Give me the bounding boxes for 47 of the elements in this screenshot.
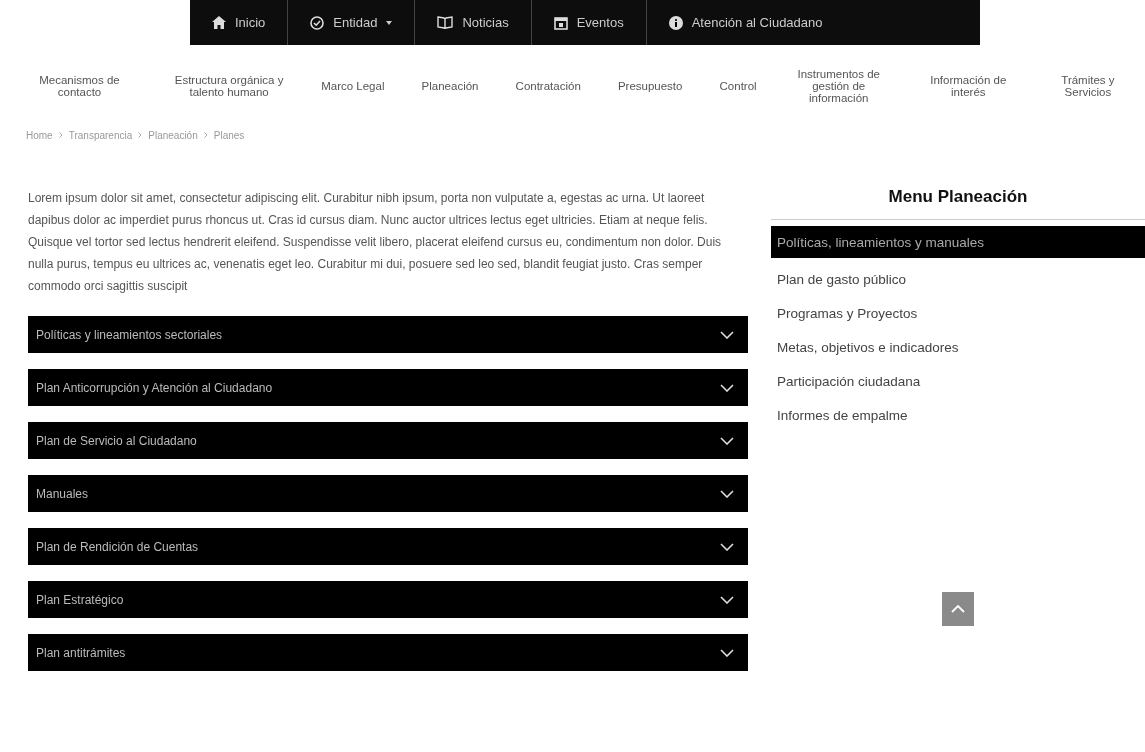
accordion-header[interactable]: Políticas y lineamientos sectoriales (28, 316, 748, 353)
chevron-icon (720, 595, 734, 604)
sidebar-item[interactable]: Metas, objetivos e indicadores (771, 330, 1145, 364)
info-icon (668, 15, 683, 30)
accordion-header[interactable]: Plan Estratégico (28, 581, 748, 618)
sidebar-item[interactable]: Participación ciudadana (771, 364, 1145, 398)
chevron-icon (720, 542, 734, 551)
accordion-header[interactable]: Plan antitrámites (28, 634, 748, 671)
top-nav-link[interactable]: Noticias (415, 15, 531, 30)
main-nav-link[interactable]: Marco Legal (321, 79, 385, 93)
chevron-right-icon (203, 132, 208, 138)
top-nav-link[interactable]: Eventos (531, 15, 646, 30)
chevron-icon (720, 648, 734, 657)
accordion-header[interactable]: Plan de Rendición de Cuentas (28, 528, 748, 565)
main-nav-link[interactable]: Control (719, 79, 757, 93)
scroll-to-top-button[interactable] (942, 592, 974, 626)
main-nav-link[interactable]: Estructura orgánica y talento humano (174, 73, 285, 99)
chevron-icon (720, 330, 734, 339)
main-nav-link[interactable]: Trámites y Servicios (1052, 73, 1123, 99)
sidebar-item[interactable]: Informes de empalme (771, 398, 1145, 432)
chevron-right-icon (138, 132, 143, 138)
top-nav-link[interactable]: Atención al Ciudadano (646, 15, 845, 30)
main-nav-link[interactable]: Información de interés (920, 73, 1016, 99)
main-nav-link[interactable]: Instrumentos de gestión de información (793, 67, 884, 105)
top-nav-link[interactable]: Inicio (190, 15, 288, 30)
calendar-icon (553, 15, 568, 30)
intro-paragraph: Lorem ipsum dolor sit amet, consectetur adipiscing elit. Curabitur nibh ipsum, porta non vulputate a, egestas ac urna. Ut laoreet dapibus dolor ac imperdiet purus rhoncus ut. Cras id cursus diam. Nunc auctor ultrices lectus eget ultricies. Etiam at neque felis. Quisque vel tortor sed lectus hendrerit eleifend. Suspendisse velit libero, placerat eleifend cursus eu, condimentum non dolor. Duis nulla purus, tempus eu ultrices ac, venenatis eget leo. Curabitur mi dui, posuere sed leo sed, blandit feugiat justo. Cras semper commodo orci sagittis suscipit (28, 190, 723, 295)
top-nav-link[interactable]: Entidad (288, 15, 415, 30)
main-nav-link[interactable]: Contratación (515, 79, 581, 93)
book-icon (437, 16, 454, 29)
main-nav-link[interactable]: Mecanismos de contacto (22, 73, 137, 99)
check-circle-icon (310, 15, 325, 30)
sidebar-item[interactable]: Plan de gasto público (771, 262, 1145, 296)
accordion-header[interactable]: Plan Anticorrupción y Atención al Ciudadano (28, 369, 748, 406)
sidebar-item[interactable]: Políticas, lineamientos y manuales (771, 226, 1145, 258)
chevron-icon (720, 436, 734, 445)
main-nav-link[interactable]: Planeación (421, 79, 479, 93)
chevron-right-icon (58, 132, 63, 138)
accordion-header[interactable]: Manuales (28, 475, 748, 512)
chevron-icon (720, 383, 734, 392)
sidebar-item[interactable]: Programas y Proyectos (771, 296, 1145, 330)
accordion-header[interactable]: Plan de Servicio al Ciudadano (28, 422, 748, 459)
home-icon (212, 16, 226, 29)
sidebar-title: Menu Planeación (771, 187, 1145, 220)
chevron-icon (720, 489, 734, 498)
chevron-up-icon (951, 605, 965, 613)
main-nav-link[interactable]: Presupuesto (617, 79, 683, 93)
